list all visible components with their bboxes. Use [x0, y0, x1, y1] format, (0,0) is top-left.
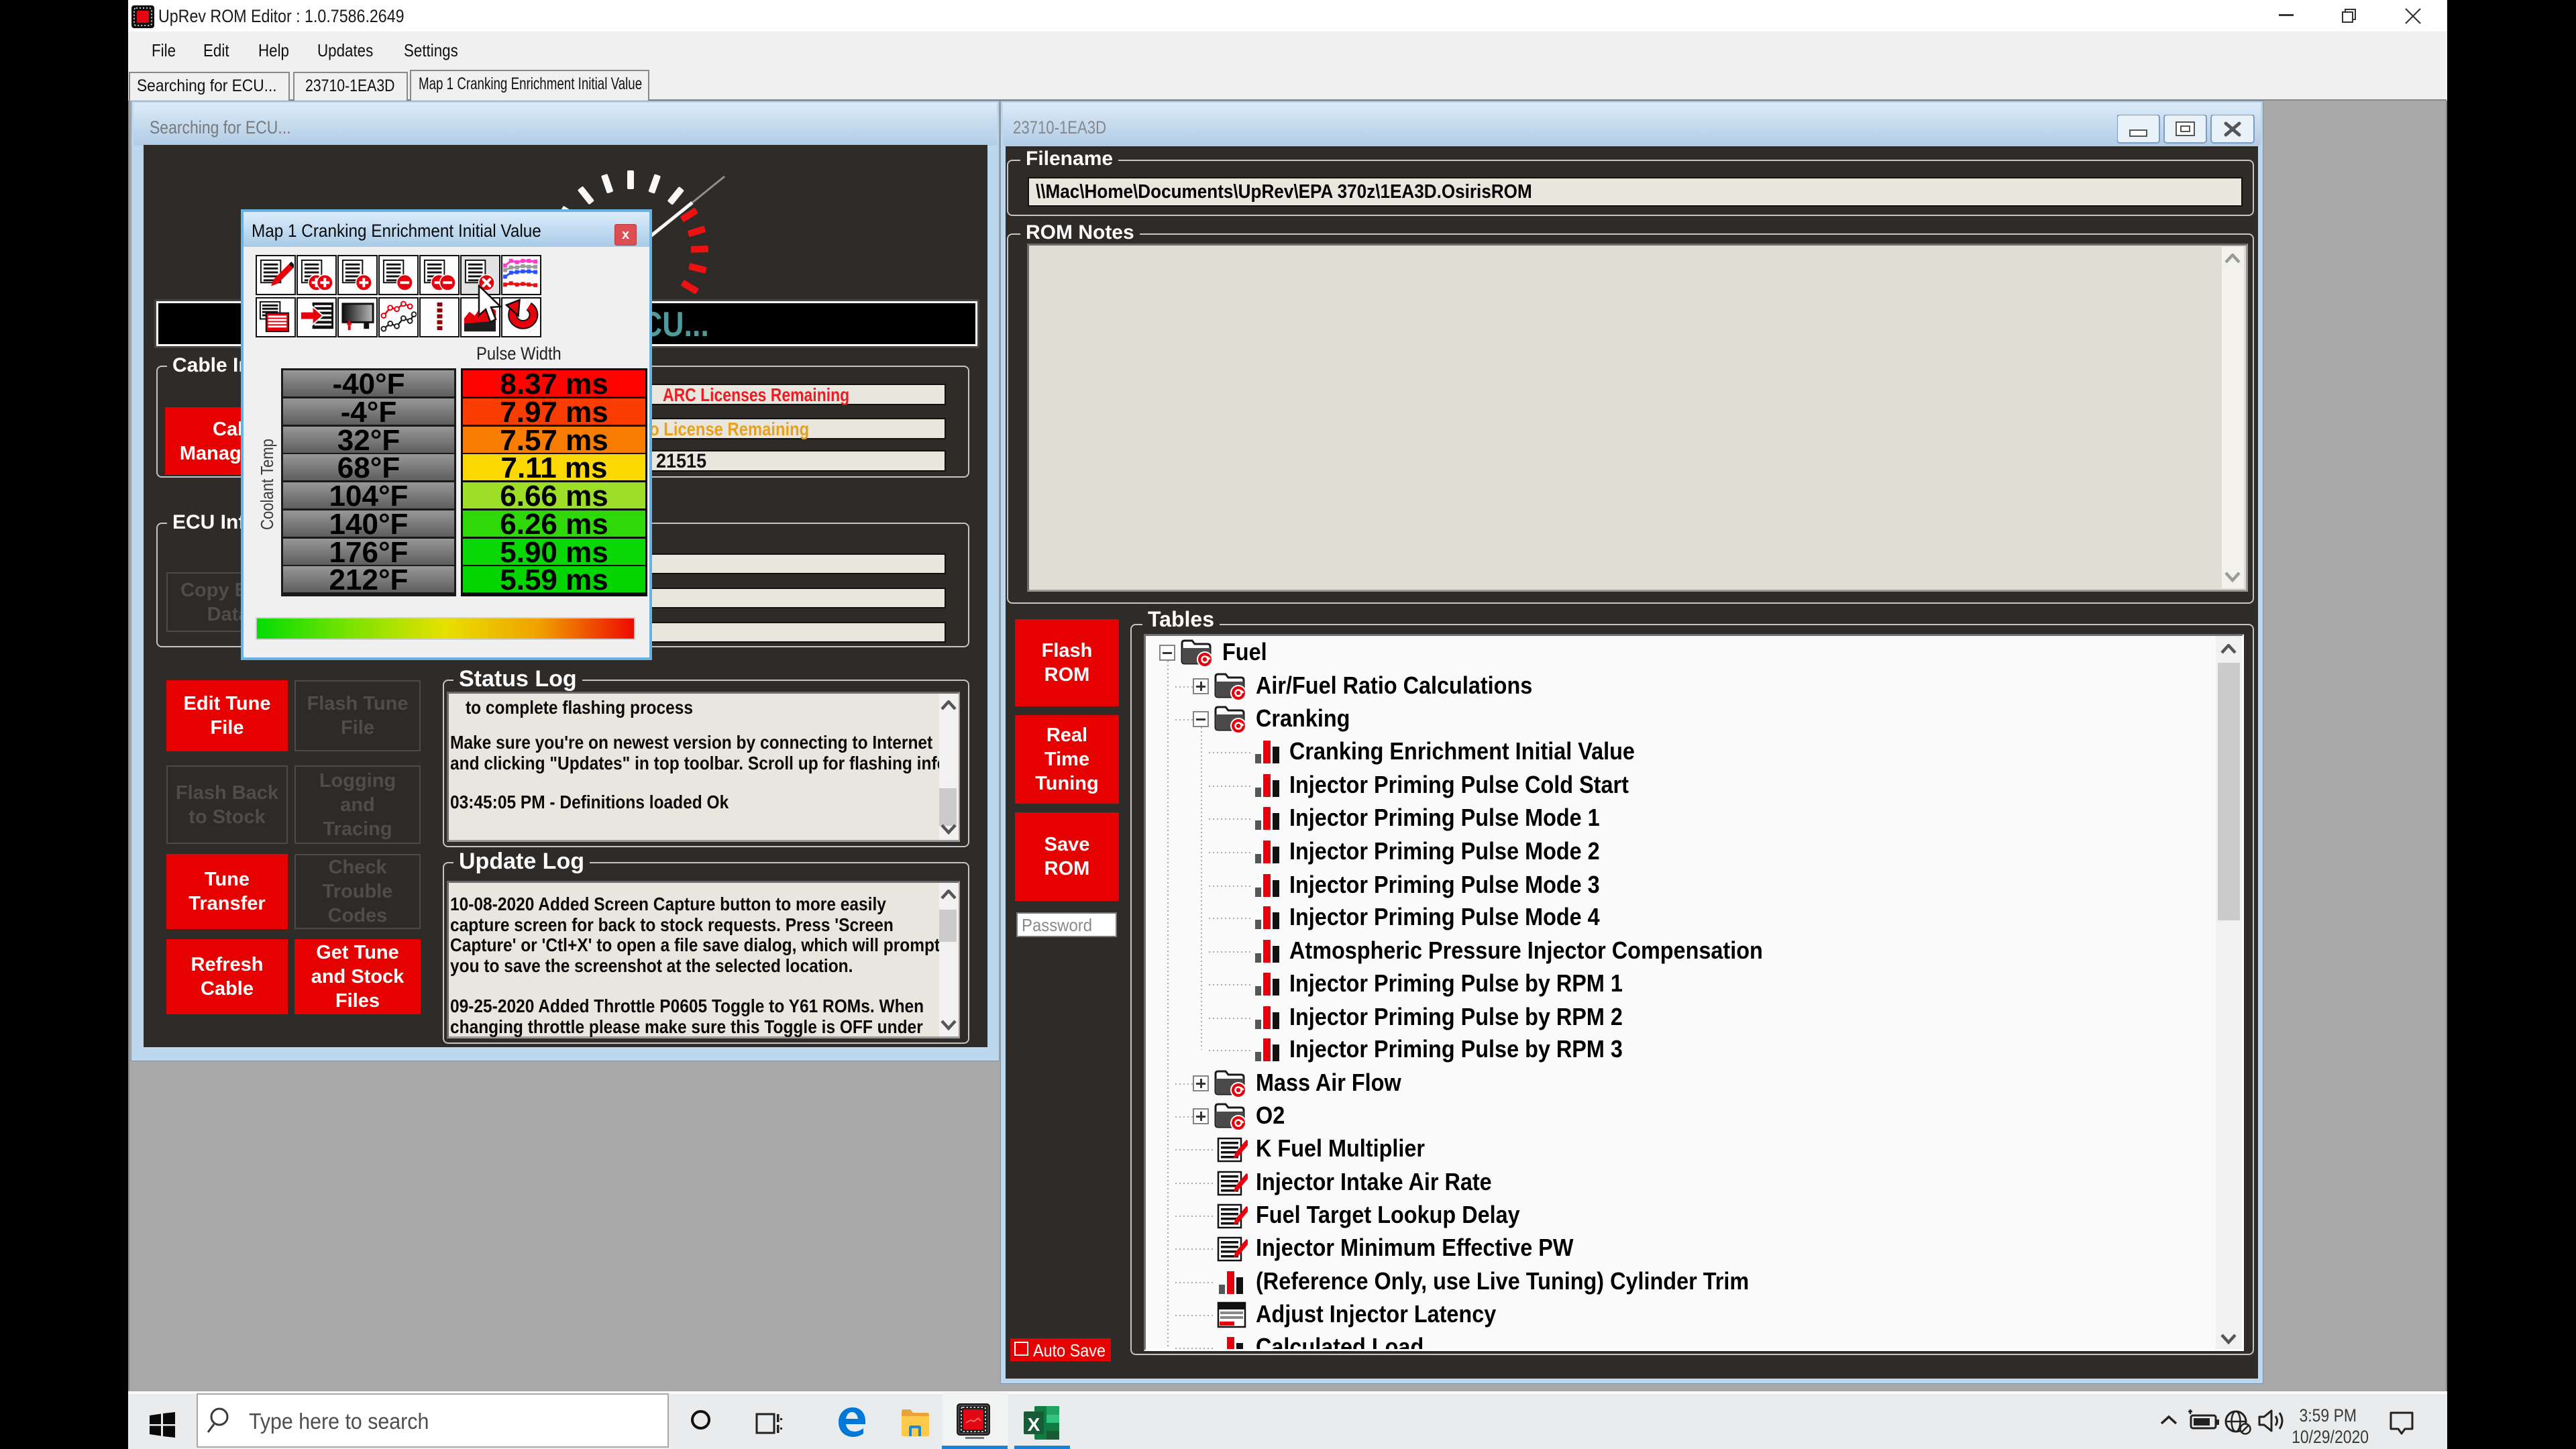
svg-text:X: X — [1028, 1414, 1040, 1435]
